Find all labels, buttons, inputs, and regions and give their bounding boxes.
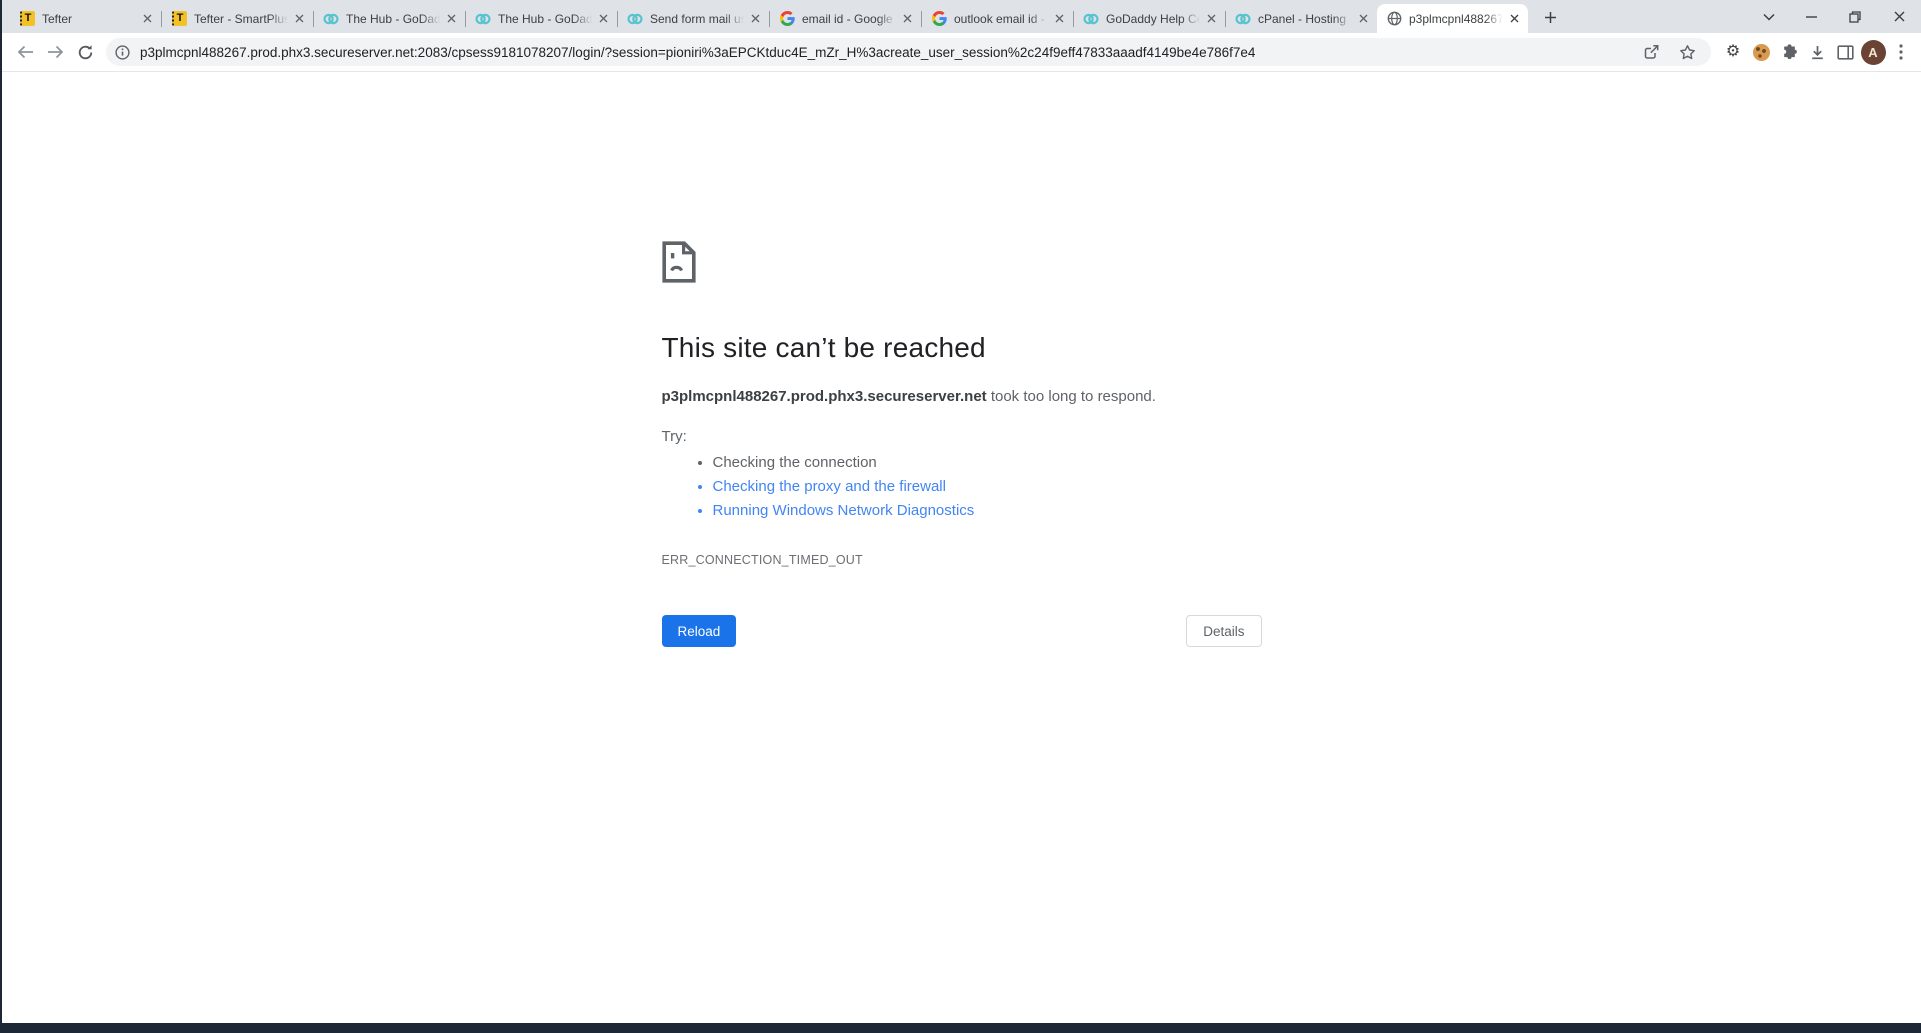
godaddy-icon (1235, 11, 1251, 27)
downloads-icon[interactable] (1803, 38, 1831, 66)
error-code: ERR_CONNECTION_TIMED_OUT (662, 553, 1262, 567)
share-icon[interactable] (1637, 38, 1665, 66)
tab-tefter[interactable]: T Tefter (10, 4, 161, 33)
error-title: This site can’t be reached (662, 332, 1262, 364)
error-buttons: Reload Details (662, 615, 1262, 647)
tab-label: Send form mail usi (650, 12, 747, 26)
error-host: p3plmcpnl488267.prod.phx3.secureserver.n… (662, 388, 987, 405)
minimize-button[interactable] (1789, 0, 1833, 33)
tab-close-icon[interactable] (139, 11, 155, 27)
tab-close-icon[interactable] (1506, 11, 1522, 27)
suggestion-list: Checking the connection Checking the pro… (662, 451, 1262, 523)
side-panel-icon[interactable] (1831, 38, 1859, 66)
tab-close-icon[interactable] (595, 11, 611, 27)
tab-label: email id - Google S (802, 12, 899, 26)
bookmark-star-icon[interactable] (1673, 38, 1701, 66)
restore-button[interactable] (1833, 0, 1877, 33)
tab-tefter-smartplus[interactable]: T Tefter - SmartPlus (162, 4, 313, 33)
tab-close-icon[interactable] (1051, 11, 1067, 27)
godaddy-icon (1083, 11, 1099, 27)
tab-label: outlook email id - O (954, 12, 1051, 26)
forward-icon[interactable] (40, 37, 70, 67)
tefter-icon: T (171, 11, 187, 27)
browser-window: T Tefter T Tefter - SmartPlus The Hub - … (0, 0, 1921, 1033)
avatar-initial: A (1861, 40, 1886, 65)
google-icon (779, 11, 795, 27)
tab-send-form-mail[interactable]: Send form mail usi (618, 4, 769, 33)
tab-close-icon[interactable] (1203, 11, 1219, 27)
new-tab-button[interactable] (1536, 3, 1564, 31)
reload-icon[interactable] (70, 37, 100, 67)
godaddy-icon (627, 11, 643, 27)
tab-label: Tefter (42, 12, 139, 26)
godaddy-icon (323, 11, 339, 27)
google-icon (931, 11, 947, 27)
tab-label: p3plmcpnl488267.p (1409, 12, 1506, 26)
omnibox-actions (1637, 38, 1701, 66)
error-message: p3plmcpnl488267.prod.phx3.secureserver.n… (662, 388, 1262, 405)
sad-file-icon (662, 241, 696, 283)
tab-label: cPanel - Hosting (1258, 12, 1355, 26)
back-icon[interactable] (10, 37, 40, 67)
taskbar-edge (2, 1023, 1921, 1033)
close-window-button[interactable] (1877, 0, 1921, 33)
tab-the-hub-2[interactable]: The Hub - GoDadd (466, 4, 617, 33)
url-text: p3plmcpnl488267.prod.phx3.secureserver.n… (140, 45, 1255, 60)
cookie-extension-icon[interactable] (1747, 38, 1775, 66)
tab-label: Tefter - SmartPlus (194, 12, 291, 26)
error-message-text: took too long to respond. (987, 388, 1156, 405)
tab-p3plmcpnl-active[interactable]: p3plmcpnl488267.p (1377, 4, 1528, 33)
details-button[interactable]: Details (1186, 615, 1261, 647)
tab-the-hub-1[interactable]: The Hub - GoDadd (314, 4, 465, 33)
address-bar[interactable]: p3plmcpnl488267.prod.phx3.secureserver.n… (106, 38, 1711, 66)
tab-godaddy-help[interactable]: GoDaddy Help Cen (1074, 4, 1225, 33)
window-controls (1749, 0, 1921, 33)
page-info-icon[interactable] (110, 40, 134, 64)
reload-button[interactable]: Reload (662, 615, 737, 647)
chrome-menu-kebab-icon[interactable] (1887, 38, 1915, 66)
tab-email-id-google[interactable]: email id - Google S (770, 4, 921, 33)
tab-label: The Hub - GoDadd (346, 12, 443, 26)
tab-outlook-email-id[interactable]: outlook email id - O (922, 4, 1073, 33)
suggestion-link-proxy[interactable]: Checking the proxy and the firewall (713, 475, 1262, 499)
godaddy-icon (475, 11, 491, 27)
tefter-icon: T (19, 11, 35, 27)
suggestion-item: Checking the connection (713, 451, 1262, 475)
tab-label: GoDaddy Help Cen (1106, 12, 1203, 26)
tab-close-icon[interactable] (1355, 11, 1371, 27)
tab-strip: T Tefter T Tefter - SmartPlus The Hub - … (2, 0, 1921, 33)
tab-close-icon[interactable] (899, 11, 915, 27)
suggestion-link-diagnostics[interactable]: Running Windows Network Diagnostics (713, 499, 1262, 523)
tab-close-icon[interactable] (443, 11, 459, 27)
tab-label: The Hub - GoDadd (498, 12, 595, 26)
tab-close-icon[interactable] (291, 11, 307, 27)
error-page: This site can’t be reached p3plmcpnl4882… (2, 72, 1921, 1023)
tab-close-icon[interactable] (747, 11, 763, 27)
browser-toolbar: p3plmcpnl488267.prod.phx3.secureserver.n… (2, 33, 1921, 72)
try-label: Try: (662, 428, 1262, 445)
extensions-puzzle-icon[interactable] (1775, 38, 1803, 66)
tab-cpanel-hosting[interactable]: cPanel - Hosting (1226, 4, 1377, 33)
profile-avatar[interactable]: A (1859, 38, 1887, 66)
tab-search-chevron-icon[interactable] (1749, 0, 1789, 33)
extension-gear-icon[interactable]: ⚙ (1719, 38, 1747, 66)
globe-icon (1386, 11, 1402, 27)
